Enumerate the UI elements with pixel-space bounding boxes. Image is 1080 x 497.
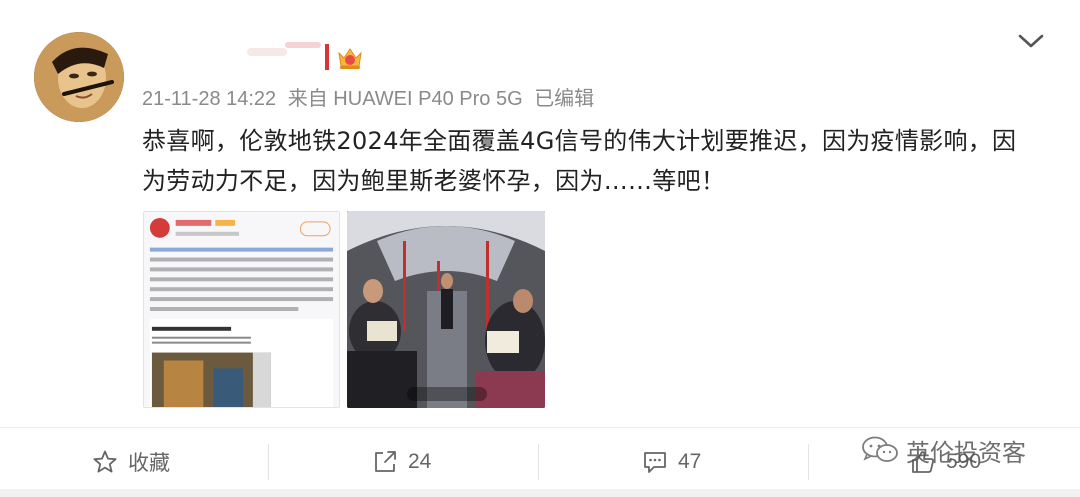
watermark-text: 英伦投资客 [906,438,1026,467]
weibo-post-card: 21-11-28 14:22 来自 HUAWEI P40 Pro 5G 已编辑 … [0,0,1080,497]
subway-photo-illustration [347,211,545,408]
image-thumbnail-screenshot[interactable] [143,211,340,408]
favorite-button[interactable]: 收藏 [92,438,170,486]
post-timestamp[interactable]: 21-11-28 14:22 [142,88,276,110]
chevron-down-icon[interactable] [1016,30,1046,52]
repost-count: 24 [408,450,432,473]
image-thumbnail-subway[interactable] [347,211,545,408]
vip-crown-icon[interactable] [336,44,364,72]
repost-button[interactable]: 24 [372,438,431,486]
divider [0,427,1080,428]
comment-button[interactable]: 47 [642,438,701,486]
edited-label[interactable]: 已编辑 [534,88,594,110]
card-bottom-edge [0,489,1080,497]
post-meta: 21-11-28 14:22 来自 HUAWEI P40 Pro 5G 已编辑 [142,84,600,114]
username-redacted[interactable] [247,40,329,70]
screenshot-illustration [144,212,339,407]
action-separator [808,444,809,480]
comment-icon [644,452,666,473]
username-blur [285,42,321,48]
favorite-label: 收藏 [128,452,170,475]
avatar[interactable] [34,32,124,122]
post-text-line: 为劳动力不足，因为鲍里斯老婆怀孕，因为……等吧！ [142,167,726,195]
comment-count: 47 [678,450,702,473]
username-accent-bar [325,44,329,70]
post-text-line: 恭喜啊，伦敦地铁2024年全面覆盖4G信号的伟大计划要推迟，因为疫情影响，因 [142,127,1017,155]
wechat-icon [862,436,898,462]
action-separator [538,444,539,480]
post-text: 恭喜啊，伦敦地铁2024年全面覆盖4G信号的伟大计划要推迟，因为疫情影响，因 为… [142,121,1054,201]
repost-icon [375,451,396,472]
wechat-watermark: 英伦投资客 [860,430,1026,470]
star-icon [93,450,117,473]
username-blur [247,48,287,56]
post-source: 来自 HUAWEI P40 Pro 5G [287,88,523,110]
action-separator [268,444,269,480]
